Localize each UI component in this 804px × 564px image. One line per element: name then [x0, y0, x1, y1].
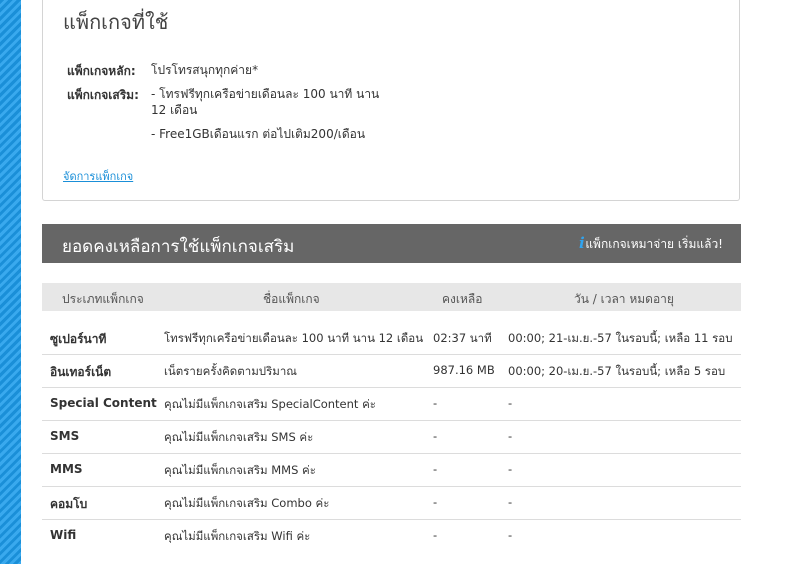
row-type: คอมโบ: [50, 497, 88, 511]
table-row: อินเทอร์เน็ต เน็ตรายครั้งคิดตามปริมาณ 98…: [42, 354, 741, 388]
table-row: MMS คุณไม่มีแพ็กเกจเสริม MMS ค่ะ - -: [42, 453, 741, 487]
row-remain: -: [433, 528, 438, 542]
row-type: SMS: [50, 429, 80, 443]
row-expire: -: [508, 462, 513, 476]
package-title: แพ็กเกจที่ใช้: [63, 10, 169, 34]
main-package-label: แพ็กเกจหลัก:: [67, 64, 136, 78]
table-row: ซูเปอร์นาที โทรฟรีทุกเครือข่ายเดือนละ 10…: [42, 321, 741, 355]
col-header-type: ประเภทแพ็กเกจ: [62, 292, 144, 306]
col-header-expire: วัน / เวลา หมดอายุ: [574, 292, 674, 306]
row-name: คุณไม่มีแพ็กเกจเสริม Wifi ค่ะ: [164, 529, 311, 543]
table-row: Special Content คุณไม่มีแพ็กเกจเสริม Spe…: [42, 387, 741, 421]
col-header-remain: คงเหลือ: [442, 292, 483, 306]
row-type: อินเทอร์เน็ต: [50, 365, 112, 379]
row-remain: -: [433, 495, 438, 509]
row-name: คุณไม่มีแพ็กเกจเสริม SpecialContent ค่ะ: [164, 397, 376, 411]
row-name: คุณไม่มีแพ็กเกจเสริม SMS ค่ะ: [164, 430, 314, 444]
extra-package-value: - โทรฟรีทุกเครือข่ายเดือนละ 100 นาที นาน…: [151, 87, 380, 117]
row-type: Wifi: [50, 528, 77, 542]
col-header-name: ชื่อแพ็กเกจ: [263, 292, 320, 306]
row-expire: -: [508, 528, 513, 542]
package-panel: แพ็กเกจที่ใช้ แพ็กเกจหลัก: โปรโทรสนุกทุก…: [42, 0, 740, 201]
balance-header: ยอดคงเหลือการใช้แพ็กเกจเสริม i แพ็กเกจเห…: [42, 224, 741, 263]
extra-package-value: - Free1GBเดือนแรก ต่อไปเติม200/เดือน: [151, 127, 366, 141]
row-name: เน็ตรายครั้งคิดตามปริมาณ: [164, 364, 297, 378]
table-row: SMS คุณไม่มีแพ็กเกจเสริม SMS ค่ะ - -: [42, 420, 741, 454]
row-remain: 987.16 MB: [433, 363, 495, 377]
side-stripe: [0, 0, 21, 564]
row-expire: -: [508, 396, 513, 410]
table-row: Wifi คุณไม่มีแพ็กเกจเสริม Wifi ค่ะ - -: [42, 519, 741, 552]
row-remain: -: [433, 429, 438, 443]
row-expire: -: [508, 429, 513, 443]
row-remain: -: [433, 396, 438, 410]
row-type: ซูเปอร์นาที: [50, 332, 107, 346]
row-name: โทรฟรีทุกเครือข่ายเดือนละ 100 นาที นาน 1…: [164, 331, 424, 345]
row-expire: -: [508, 495, 513, 509]
row-type: Special Content: [50, 396, 157, 410]
row-remain: -: [433, 462, 438, 476]
table-header: ประเภทแพ็กเกจ ชื่อแพ็กเกจ คงเหลือ วัน / …: [42, 283, 741, 311]
flat-rate-note: แพ็กเกจเหมาจ่าย เริ่มแล้ว!: [585, 237, 723, 251]
main-package-value: โปรโทรสนุกทุกค่าย*: [151, 63, 259, 77]
row-expire: 00:00; 20-เม.ย.-57 ในรอบนี้; เหลือ 5 รอบ: [508, 364, 726, 378]
row-expire: 00:00; 21-เม.ย.-57 ในรอบนี้; เหลือ 11 รอ…: [508, 331, 733, 345]
row-name: คุณไม่มีแพ็กเกจเสริม Combo ค่ะ: [164, 496, 330, 510]
table-row: คอมโบ คุณไม่มีแพ็กเกจเสริม Combo ค่ะ - -: [42, 486, 741, 520]
balance-title: ยอดคงเหลือการใช้แพ็กเกจเสริม: [62, 237, 295, 257]
row-type: MMS: [50, 462, 83, 476]
extra-package-label: แพ็กเกจเสริม:: [67, 88, 139, 102]
row-remain: 02:37 นาที: [433, 331, 492, 345]
row-name: คุณไม่มีแพ็กเกจเสริม MMS ค่ะ: [164, 463, 316, 477]
manage-package-link[interactable]: จัดการแพ็กเกจ: [63, 167, 133, 185]
